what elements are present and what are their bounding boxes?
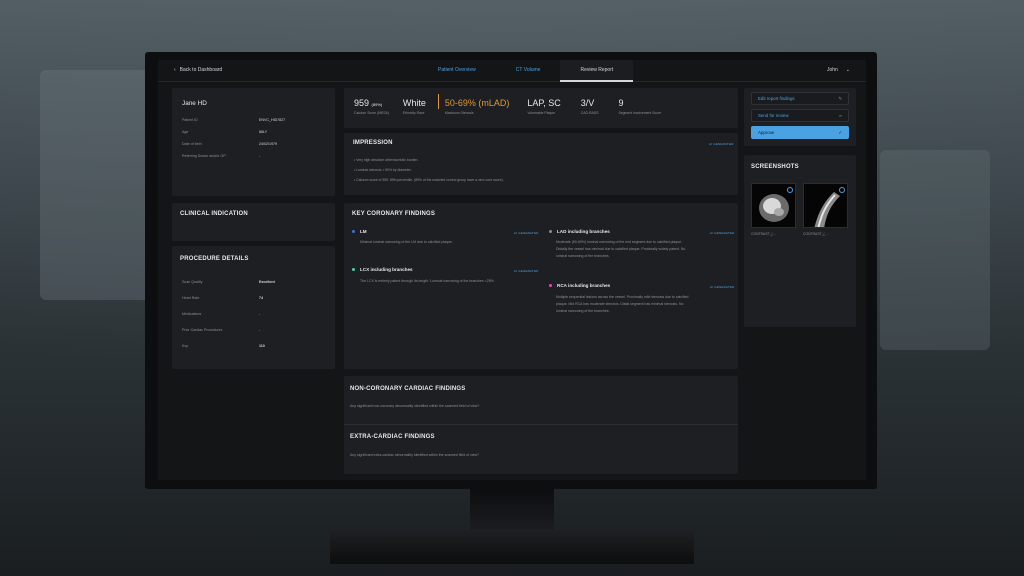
procedure-details-card: PROCEDURE DETAILS Scan Quality Excellent… [172,246,335,369]
metric-cad-rads: 3/V CAD-RADS [580,98,599,115]
background-window [40,70,160,300]
link-icon: ∞ [838,113,842,118]
extra-cardiac-findings-title: EXTRA-CARDIAC FINDINGS [350,434,435,440]
check-circle-icon: ✓ [838,129,842,135]
lad-color-dot [549,230,552,233]
screenshot-thumbnail[interactable] [751,183,796,228]
ct-vessel-image [804,184,847,227]
finding-lad-title: LAD including branches [549,229,610,234]
pencil-icon: ✎ [838,95,842,101]
user-menu[interactable]: John ⌄ [827,67,850,73]
procedure-row: Heart Rate 74 [182,296,263,300]
patient-row: Patient ID ENVC_HID7827 [182,118,286,122]
finding-lad-text: Moderate (50-69%) luminal narrowing of t… [556,240,686,258]
ai-generated-badge: AI GENERATED [514,269,539,273]
ct-heart-image [752,184,795,227]
monitor-stand-neck [470,489,554,533]
impression-bullet: • Very high absolute atheroscelotic burd… [354,158,419,162]
ai-generated-badge: AI GENERATED [709,142,734,146]
patient-card: Jane HD Patient ID ENVC_HID7827 Age 88LY… [172,88,335,196]
patient-row: Date of birth 24/02/1979 [182,142,277,146]
actions-card: Edit report findings ✎ Send for review ∞… [744,88,856,146]
tab-ct-volume[interactable]: CT Volume [496,60,561,82]
procedure-row: Scan Quality Excellent [182,280,275,284]
tab-bar: Patient Overview CT Volume Review Report [418,60,634,82]
chevron-down-icon: ⌄ [845,67,850,73]
lm-color-dot [352,230,355,233]
impression-card: IMPRESSION AI GENERATED • Very high abso… [344,133,738,195]
non-coronary-findings-title: NON-CORONARY CARDIAC FINDINGS [350,386,466,392]
non-coronary-question[interactable]: Any significant non-coronary abnormality… [350,403,479,410]
app-screen: ‹ Back to Dashboard Patient Overview CT … [158,60,866,480]
procedure-row: Prior Cardiac Procedures - [182,328,261,332]
tab-patient-overview[interactable]: Patient Overview [418,60,496,82]
metric-segment-involvement: 9 Segment Involvement Score [618,98,662,115]
additional-findings-card: NON-CORONARY CARDIAC FINDINGS Any signif… [344,376,738,474]
impression-title: IMPRESSION [353,140,393,146]
finding-lcx-text: The LCX is entirely patent through its l… [360,279,495,283]
procedure-details-title: PROCEDURE DETAILS [180,256,249,262]
chevron-left-icon: ‹ [174,67,176,73]
metric-calcium-score: 959 (89%) Calcium Score (MESA) [354,98,389,115]
finding-rca-title: RCA including branches [549,283,610,288]
clinical-indication-card: CLINICAL INDICATION [172,203,335,241]
edit-report-findings-button[interactable]: Edit report findings ✎ [751,92,849,105]
metrics-strip: 959 (89%) Calcium Score (MESA) White Eth… [344,88,738,128]
procedure-row: Kvp 110 [182,344,265,348]
patient-row: Age 88LY [182,130,268,134]
screenshot-label: CONTRAST_(… [803,232,829,236]
ai-generated-badge: AI GENERATED [710,285,735,289]
extra-cardiac-question[interactable]: Any significant extra-cardiac abnormalit… [350,452,479,459]
screenshot-label: CONTRAST_(… [751,232,777,236]
finding-rca-text: Multiple sequential lesions across the v… [556,295,689,313]
ai-generated-badge: AI GENERATED [514,231,539,235]
finding-lm-title: LM [352,229,367,234]
screenshots-title: SCREENSHOTS [751,164,799,170]
impression-bullet: • Luminal stenosis > 50% by diameter. [354,168,412,172]
top-nav: ‹ Back to Dashboard Patient Overview CT … [158,60,866,82]
lcx-color-dot [352,268,355,271]
background-window [880,150,990,350]
back-to-dashboard-link[interactable]: ‹ Back to Dashboard [174,67,222,73]
metric-ethnicity: White Ethnicity Race [402,98,426,115]
rca-color-dot [549,284,552,287]
impression-bullet: • Calcium score of 959, 89th percentile.… [354,178,504,182]
procedure-row: Medications - [182,312,261,316]
coronary-findings-title: KEY CORONARY FINDINGS [352,211,436,217]
patient-name: Jane HD [182,100,207,107]
tab-review-report[interactable]: Review Report [560,60,634,82]
metrics-row: 959 (89%) Calcium Score (MESA) White Eth… [344,88,738,115]
patient-row: Referring Doctor and/or GP - [182,154,261,158]
metric-max-stenosis: 50-69% (mLAD) Maximum Stenosis [444,98,510,115]
monitor-stand-base [330,530,694,564]
user-name: John [826,67,838,73]
screenshots-card: SCREENSHOTS CONTRAST_(… CONTRAST_(… [744,155,856,327]
screenshot-thumbnail[interactable] [803,183,848,228]
clinical-indication-title: CLINICAL INDICATION [180,211,248,217]
metric-vulnerable-plaque: LAP, SC Vulnerable Plaque [527,98,561,115]
section-divider [344,424,738,425]
finding-lm-text: Minimal luminal narrowing of the LM due … [360,240,453,244]
send-for-review-button[interactable]: Send for review ∞ [751,109,849,122]
ai-generated-badge: AI GENERATED [710,231,735,235]
finding-lcx-title: LCX including branches [352,267,413,272]
approve-button[interactable]: Approve ✓ [751,126,849,139]
key-coronary-findings-card: KEY CORONARY FINDINGS LM AI GENERATED Mi… [344,203,738,369]
